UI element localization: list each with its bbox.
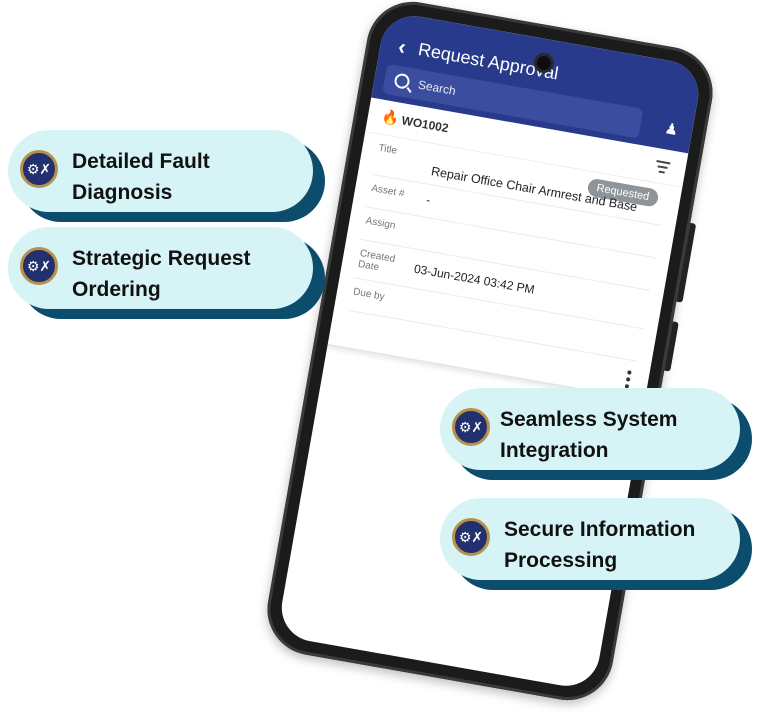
feature-label: Seamless System Integration <box>500 408 678 462</box>
feature-label: Secure Information Processing <box>504 518 696 572</box>
asset-value: - <box>425 192 432 208</box>
phone-power-button <box>664 321 679 372</box>
search-icon <box>393 72 411 90</box>
feature-pill-information-processing: ⚙✗ Secure Information Processing <box>440 498 752 590</box>
gear-wrench-icon: ⚙✗ <box>20 150 58 188</box>
filter-icon[interactable] <box>654 160 671 177</box>
gear-wrench-icon: ⚙✗ <box>452 408 490 446</box>
chevron-left-icon[interactable]: ‹ <box>396 34 408 61</box>
gear-wrench-icon: ⚙✗ <box>452 518 490 556</box>
feature-pill-request-ordering: ⚙✗ Strategic Request Ordering <box>8 227 325 319</box>
created-label: Created Date <box>357 248 396 274</box>
title-label: Title <box>377 142 398 157</box>
gear-wrench-icon: ⚙✗ <box>20 247 58 285</box>
feature-label: Strategic Request Ordering <box>72 247 251 301</box>
assign-label: Assign <box>364 215 397 232</box>
user-approve-icon[interactable]: ♟ <box>663 119 679 139</box>
phone-volume-button <box>676 222 697 303</box>
feature-pill-fault-diagnosis: ⚙✗ Detailed Fault Diagnosis <box>8 130 325 222</box>
flame-icon: 🔥 <box>380 107 401 127</box>
due-label: Due by <box>352 286 386 303</box>
phone-mockup: ‹ Request Approval Search ♟ 🔥 WO1002 Tit… <box>260 0 720 708</box>
feature-label: Detailed Fault Diagnosis <box>72 150 210 204</box>
search-placeholder: Search <box>416 77 457 98</box>
feature-pill-system-integration: ⚙✗ Seamless System Integration <box>440 388 752 480</box>
work-order-id: WO1002 <box>400 113 450 136</box>
asset-label: Asset # <box>370 183 406 200</box>
